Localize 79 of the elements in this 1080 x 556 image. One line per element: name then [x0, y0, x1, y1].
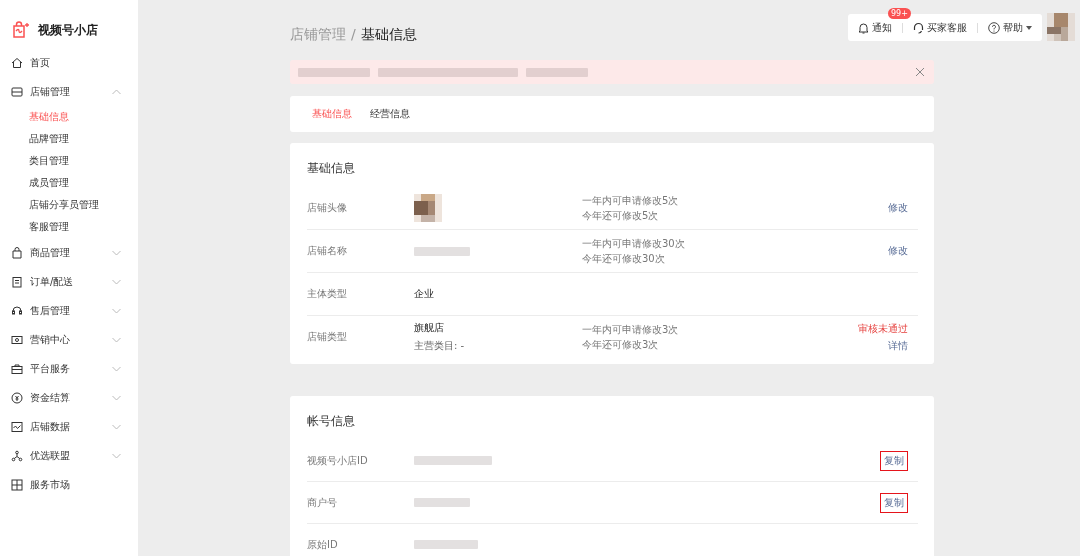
- blurred-text: [526, 67, 588, 77]
- customer-service-button[interactable]: 买家客服: [913, 20, 967, 35]
- chevron-icon: [112, 249, 121, 256]
- quota-note: 今年还可修改5次: [582, 208, 660, 223]
- coin-icon: [11, 391, 23, 404]
- quota-note: 一年内可申请修改3次: [582, 322, 680, 337]
- sidebar-item[interactable]: 服务市场: [0, 470, 138, 499]
- sidebar-item[interactable]: 平台服务: [0, 354, 138, 383]
- blurred-text: [414, 540, 478, 549]
- blurred-text: [414, 498, 470, 507]
- action-link[interactable]: 修改: [888, 244, 908, 258]
- shopping-bag-logo-icon: [12, 21, 30, 39]
- chevron-icon: [112, 423, 121, 430]
- chevron-icon: [112, 307, 121, 314]
- blurred-text: [414, 246, 470, 256]
- notification-button[interactable]: 通知: [858, 20, 892, 35]
- field-value: 旗舰店: [414, 321, 444, 335]
- quota-note: 今年还可修改3次: [582, 337, 660, 352]
- chevron-icon: [112, 365, 121, 372]
- quota-note: 一年内可申请修改5次: [582, 193, 680, 208]
- field-label: 商户号: [307, 495, 338, 510]
- network-icon: [11, 449, 23, 462]
- chevron-icon: [112, 278, 121, 285]
- sidebar-subitem[interactable]: 类目管理: [29, 150, 69, 172]
- breadcrumb-separator: /: [351, 26, 356, 42]
- page-title: 基础信息: [360, 26, 417, 44]
- sidebar-item[interactable]: 营销中心: [0, 325, 138, 354]
- copy-link[interactable]: 复制: [880, 450, 908, 471]
- sidebar-subitem[interactable]: 店铺分享员管理: [29, 194, 99, 216]
- bag-icon: [11, 246, 23, 259]
- field-label: 店铺名称: [307, 244, 348, 258]
- chevron-icon: [112, 452, 121, 459]
- field-label: 视频号小店ID: [307, 453, 369, 468]
- count-badge: 99+: [888, 8, 911, 19]
- sidebar-item[interactable]: 店铺管理: [0, 77, 138, 106]
- sidebar-item[interactable]: 售后管理: [0, 296, 138, 325]
- copy-link[interactable]: 复制: [880, 492, 908, 513]
- grid-icon: [11, 478, 23, 491]
- sidebar-item[interactable]: 店铺数据: [0, 412, 138, 441]
- review-status: 审核未通过: [858, 321, 908, 336]
- caret-icon: [1026, 25, 1032, 30]
- quota-note: 今年还可修改30次: [582, 251, 666, 266]
- tab[interactable]: 经营信息: [370, 107, 410, 121]
- headset-icon: [913, 21, 924, 34]
- sidebar-item[interactable]: 首页: [0, 48, 138, 77]
- clipboard-icon: [11, 275, 23, 288]
- action-link[interactable]: 详情: [888, 338, 908, 353]
- close-icon[interactable]: [916, 68, 924, 76]
- help-button[interactable]: 帮助: [988, 20, 1032, 35]
- field-label: 店铺类型: [307, 330, 348, 344]
- sidebar-subitem[interactable]: 成员管理: [29, 172, 69, 194]
- chart-icon: [11, 420, 23, 433]
- ticket-icon: [11, 333, 23, 346]
- section-title: 基础信息: [307, 160, 356, 177]
- sidebar-item[interactable]: 订单/配送: [0, 267, 138, 296]
- section-title: 帐号信息: [307, 413, 356, 430]
- briefcase-icon: [11, 362, 23, 375]
- sidebar-subitem[interactable]: 品牌管理: [29, 128, 69, 150]
- sidebar-item[interactable]: 资金结算: [0, 383, 138, 412]
- field-subtext: 主营类目: -: [414, 339, 465, 353]
- field-label: 主体类型: [307, 287, 348, 301]
- field-label: 店铺头像: [307, 201, 348, 215]
- blurred-text: [298, 67, 370, 77]
- app-title: 视频号小店: [38, 21, 98, 39]
- chevron-icon: [112, 394, 121, 401]
- store-icon: [11, 85, 23, 98]
- quota-note: 一年内可申请修改30次: [582, 236, 686, 251]
- chevron-icon: [112, 88, 121, 95]
- bell-icon: [858, 21, 869, 34]
- headset-icon: [11, 304, 23, 317]
- sidebar-item[interactable]: 优选联盟: [0, 441, 138, 470]
- help-icon: [988, 21, 1000, 34]
- chevron-icon: [112, 336, 121, 343]
- action-link[interactable]: 修改: [888, 201, 908, 215]
- home-icon: [11, 56, 23, 69]
- sidebar-item[interactable]: 商品管理: [0, 238, 138, 267]
- field-value: 企业: [414, 287, 434, 301]
- field-label: 原始ID: [307, 537, 339, 552]
- sidebar-subitem[interactable]: 客服管理: [29, 216, 69, 238]
